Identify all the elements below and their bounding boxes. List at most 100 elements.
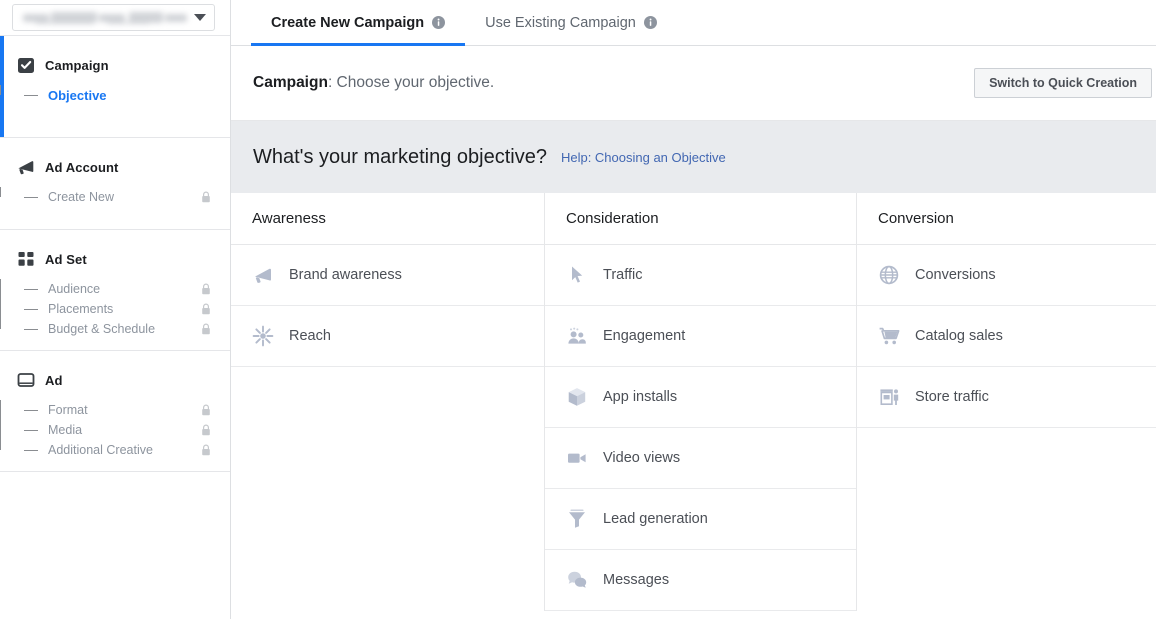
funnel-icon xyxy=(566,508,588,530)
panel-header: Campaign: Choose your objective. Switch … xyxy=(231,46,1156,121)
account-name-redacted xyxy=(21,11,188,24)
megaphone-icon xyxy=(252,264,274,286)
main-content: Create New Campaign Use Existing Campaig… xyxy=(231,0,1156,619)
objective-label: Catalog sales xyxy=(915,328,1003,344)
help-choosing-objective-link[interactable]: Help: Choosing an Objective xyxy=(561,150,726,165)
objective-conversions[interactable]: Conversions xyxy=(857,245,1156,306)
sidebar-child-label: Additional Creative xyxy=(48,443,153,457)
objective-label: Brand awareness xyxy=(289,267,402,283)
video-camera-icon xyxy=(566,447,588,469)
tab-label: Create New Campaign xyxy=(271,15,424,31)
objective-column-awareness: Awareness Brand awareness Reach xyxy=(231,193,544,611)
sidebar-item-campaign[interactable]: Campaign xyxy=(0,54,230,76)
sidebar-child-label: Audience xyxy=(48,282,100,296)
sidebar-section-campaign: Campaign Objective xyxy=(0,36,230,137)
sidebar-children-ad-account: Create New xyxy=(0,187,230,207)
info-icon[interactable] xyxy=(644,16,657,29)
sidebar-section-ad: Ad Format Media Additional Creat xyxy=(0,351,230,471)
objective-video-views[interactable]: Video views xyxy=(545,428,856,489)
clipboard-check-icon xyxy=(16,55,36,75)
people-icon xyxy=(566,325,588,347)
sidebar-item-media[interactable]: Media xyxy=(24,420,230,440)
account-selector[interactable] xyxy=(12,4,215,31)
sidebar-item-objective[interactable]: Objective xyxy=(24,85,230,105)
sidebar-item-additional-creative[interactable]: Additional Creative xyxy=(24,440,230,460)
ads-manager-campaign-creation: Campaign Objective Ad Account Crea xyxy=(0,0,1156,619)
objective-label: Reach xyxy=(289,328,331,344)
objective-grid: Awareness Brand awareness Reach Consider… xyxy=(231,193,1156,611)
column-header-conversion: Conversion xyxy=(857,193,1156,245)
sidebar-child-label: Format xyxy=(48,403,88,417)
info-icon[interactable] xyxy=(432,16,445,29)
sidebar-item-ad[interactable]: Ad xyxy=(0,369,230,391)
tab-create-new-campaign[interactable]: Create New Campaign xyxy=(251,0,465,45)
objective-traffic[interactable]: Traffic xyxy=(545,245,856,306)
sidebar-item-budget-schedule[interactable]: Budget & Schedule xyxy=(24,319,230,339)
sidebar-section-ad-set: Ad Set Audience Placements Budge xyxy=(0,230,230,350)
objective-label: Conversions xyxy=(915,267,996,283)
speech-bubbles-icon xyxy=(566,569,588,591)
objective-label: App installs xyxy=(603,389,677,405)
objective-column-conversion: Conversion Conversions Catalog sales xyxy=(857,193,1156,611)
sidebar-item-ad-account[interactable]: Ad Account xyxy=(0,156,230,178)
column-header-awareness: Awareness xyxy=(231,193,544,245)
switch-to-quick-creation-button[interactable]: Switch to Quick Creation xyxy=(974,68,1152,98)
objective-engagement[interactable]: Engagement xyxy=(545,306,856,367)
sidebar-child-label: Budget & Schedule xyxy=(48,322,155,336)
lock-icon xyxy=(201,444,211,456)
objective-reach[interactable]: Reach xyxy=(231,306,544,367)
globe-icon xyxy=(878,264,900,286)
lock-icon xyxy=(201,191,211,203)
sidebar-section-label: Ad xyxy=(45,373,63,388)
objective-app-installs[interactable]: App installs xyxy=(545,367,856,428)
objective-label: Store traffic xyxy=(915,389,989,405)
sidebar-divider xyxy=(0,471,230,472)
sidebar-child-label: Objective xyxy=(48,88,107,103)
sidebar: Campaign Objective Ad Account Crea xyxy=(0,0,231,619)
sidebar-item-ad-set[interactable]: Ad Set xyxy=(0,248,230,270)
sidebar-child-label: Create New xyxy=(48,190,114,204)
objective-label: Traffic xyxy=(603,267,642,283)
sidebar-item-format[interactable]: Format xyxy=(24,400,230,420)
lock-icon xyxy=(201,404,211,416)
grid-icon xyxy=(16,249,36,269)
objective-brand-awareness[interactable]: Brand awareness xyxy=(231,245,544,306)
objective-label: Messages xyxy=(603,572,669,588)
cursor-arrow-icon xyxy=(566,264,588,286)
lock-icon xyxy=(201,303,211,315)
sidebar-children-ad: Format Media Additional Creative xyxy=(0,400,230,460)
sidebar-section-label: Campaign xyxy=(45,58,109,73)
shopping-cart-icon xyxy=(878,325,900,347)
sidebar-item-audience[interactable]: Audience xyxy=(24,279,230,299)
lock-icon xyxy=(201,424,211,436)
sidebar-child-label: Placements xyxy=(48,302,113,316)
sidebar-child-label: Media xyxy=(48,423,82,437)
sidebar-item-create-new[interactable]: Create New xyxy=(24,187,230,207)
tab-label: Use Existing Campaign xyxy=(485,15,636,31)
objective-catalog-sales[interactable]: Catalog sales xyxy=(857,306,1156,367)
objective-store-traffic[interactable]: Store traffic xyxy=(857,367,1156,428)
box-icon xyxy=(566,386,588,408)
objective-label: Engagement xyxy=(603,328,685,344)
lock-icon xyxy=(201,283,211,295)
objective-lead-generation[interactable]: Lead generation xyxy=(545,489,856,550)
sidebar-section-label: Ad Set xyxy=(45,252,87,267)
tab-use-existing-campaign[interactable]: Use Existing Campaign xyxy=(465,0,677,45)
starburst-icon xyxy=(252,325,274,347)
objective-messages[interactable]: Messages xyxy=(545,550,856,611)
chevron-down-icon[interactable] xyxy=(194,14,206,21)
lock-icon xyxy=(201,323,211,335)
panel-title: Campaign: Choose your objective. xyxy=(253,74,494,92)
sidebar-item-placements[interactable]: Placements xyxy=(24,299,230,319)
objective-question: What's your marketing objective? xyxy=(253,146,547,169)
panel-title-bold: Campaign xyxy=(253,74,328,91)
objective-label: Lead generation xyxy=(603,511,708,527)
browser-window-icon xyxy=(16,370,36,390)
storefront-icon xyxy=(878,386,900,408)
column-header-consideration: Consideration xyxy=(545,193,856,245)
objective-question-band: What's your marketing objective? Help: C… xyxy=(231,121,1156,193)
sidebar-children-ad-set: Audience Placements Budget & Schedule xyxy=(0,279,230,339)
objective-label: Video views xyxy=(603,450,680,466)
sidebar-section-ad-account: Ad Account Create New xyxy=(0,138,230,229)
account-selector-row xyxy=(0,0,230,35)
